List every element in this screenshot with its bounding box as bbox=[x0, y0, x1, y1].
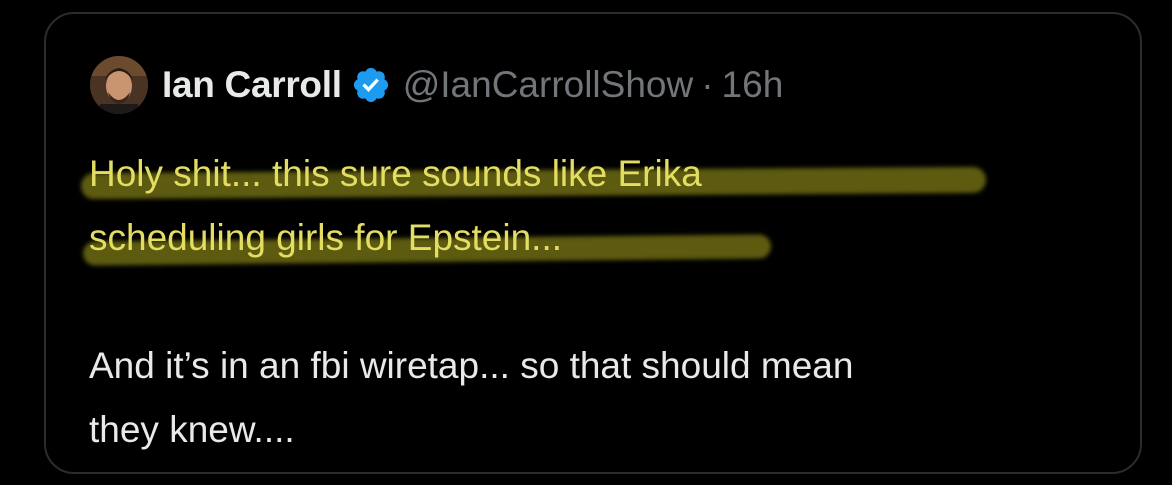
timestamp[interactable]: 16h bbox=[722, 64, 784, 106]
avatar[interactable] bbox=[90, 56, 148, 114]
user-handle[interactable]: @IanCarrollShow bbox=[403, 64, 694, 106]
verified-badge-icon bbox=[351, 65, 391, 105]
tweet-text: Holy shit... this sure sounds like Erika… bbox=[80, 142, 1129, 462]
separator-dot: · bbox=[701, 64, 714, 105]
highlighted-text: scheduling girls for Epstein... bbox=[89, 217, 563, 258]
tweet-line-text: And it’s in an fbi wiretap... so that sh… bbox=[89, 345, 854, 386]
tweet-header: Ian Carroll @IanCarrollShow · 16h bbox=[90, 54, 783, 116]
quoted-tweet-card[interactable]: Ian Carroll @IanCarrollShow · 16h Holy s… bbox=[44, 12, 1142, 474]
highlighted-text: Holy shit... this sure sounds like Erika bbox=[89, 153, 702, 194]
display-name[interactable]: Ian Carroll bbox=[162, 64, 342, 106]
tweet-line: scheduling girls for Epstein... bbox=[82, 206, 1129, 270]
tweet-line: Holy shit... this sure sounds like Erika bbox=[80, 142, 1129, 206]
tweet-line-text: they knew.... bbox=[89, 409, 295, 450]
tweet-line: And it’s in an fbi wiretap... so that sh… bbox=[89, 334, 1129, 398]
tweet-line: they knew.... bbox=[89, 398, 1129, 462]
